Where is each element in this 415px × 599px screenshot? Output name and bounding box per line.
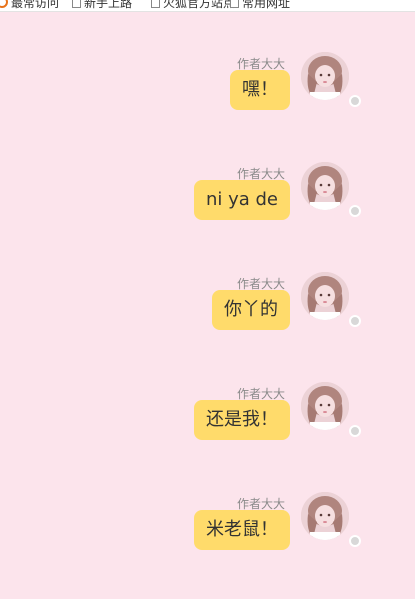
avatar-image xyxy=(301,52,349,100)
status-dot xyxy=(349,425,361,437)
message-bubble[interactable]: ni ya de xyxy=(193,180,290,220)
chat-message: 作者大大 ni ya de xyxy=(0,162,415,245)
message-bubble[interactable]: 还是我！ xyxy=(194,400,290,440)
user-avatar[interactable] xyxy=(301,272,349,320)
status-dot xyxy=(349,95,361,107)
message-bubble[interactable]: 嘿！ xyxy=(230,70,290,110)
bookmark-common-sites[interactable]: 常用网址 xyxy=(230,0,290,10)
document-icon xyxy=(72,0,81,8)
chat-message: 作者大大 你丫的 xyxy=(0,272,415,355)
avatar-image xyxy=(301,492,349,540)
message-bubble[interactable]: 你丫的 xyxy=(212,290,290,330)
user-avatar[interactable] xyxy=(301,162,349,210)
bookmark-label: 新手上路 xyxy=(84,0,133,10)
status-dot xyxy=(349,205,361,217)
avatar-image xyxy=(301,272,349,320)
status-dot xyxy=(349,315,361,327)
message-bubble[interactable]: 米老鼠！ xyxy=(194,510,290,550)
chat-message: 作者大大 米老鼠！ xyxy=(0,492,415,575)
status-dot xyxy=(349,535,361,547)
avatar-image xyxy=(301,162,349,210)
user-avatar[interactable] xyxy=(301,52,349,100)
chat-message: 作者大大 还是我！ xyxy=(0,382,415,465)
browser-logo-icon xyxy=(0,0,8,8)
document-icon xyxy=(151,0,160,8)
user-avatar[interactable] xyxy=(301,492,349,540)
avatar-image xyxy=(301,382,349,430)
bookmark-label: 火狐官方站点 xyxy=(163,0,236,10)
bookmark-most-visited[interactable]: 最常访问 xyxy=(0,0,59,10)
document-icon xyxy=(230,0,239,8)
bookmark-getting-started[interactable]: 新手上路 xyxy=(72,0,132,10)
chat-message-list: 作者大大 嘿！ 作者大大 ni ya de 作者大大 你丫的 作者大大 还是我！… xyxy=(0,11,415,599)
bookmark-label: 常用网址 xyxy=(242,0,291,10)
bookmark-label: 最常访问 xyxy=(11,0,60,10)
chat-message: 作者大大 嘿！ xyxy=(0,52,415,135)
bookmark-official-site[interactable]: 火狐官方站点 xyxy=(151,0,235,10)
user-avatar[interactable] xyxy=(301,382,349,430)
